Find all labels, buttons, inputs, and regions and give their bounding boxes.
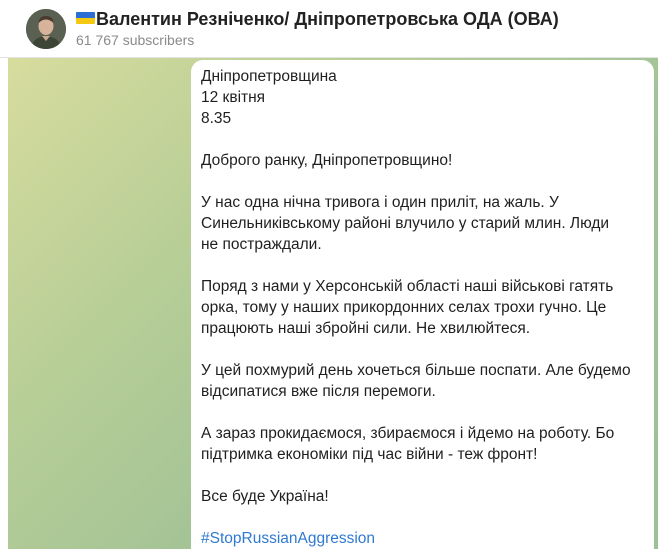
message-line: А зараз прокидаємося, збираємося і йдемо… [201, 425, 615, 442]
message-line: не постраждали. [201, 236, 322, 253]
ukraine-flag-icon [76, 12, 95, 24]
hashtag-link[interactable]: #StopRussianAggression [201, 528, 644, 549]
chat-background: Дніпропетровщина 12 квітня 8.35 Доброго ран… [0, 58, 658, 549]
message-line: У нас одна нічна тривога і один приліт, … [201, 194, 559, 211]
message-line: орка, тому у наших прикордонних селах тр… [201, 299, 607, 316]
channel-title-row: Валентин Резніченко/ Дніпропетровська ОД… [76, 8, 559, 30]
message-line: Поряд з нами у Херсонській області наші … [201, 278, 614, 295]
channel-avatar[interactable] [26, 9, 66, 49]
message-line: працюють наші збройні сили. Не хвилюйтес… [201, 320, 531, 337]
message-line: Дніпропетровщина [201, 68, 337, 85]
avatar-image [26, 9, 66, 49]
message-line: Все буде Україна! [201, 488, 329, 505]
message-line: відсипатися вже після перемоги. [201, 383, 436, 400]
message-line: підтримка економіки під час війни - теж … [201, 446, 538, 463]
subscriber-count: 61 767 subscribers [76, 32, 195, 48]
window-edge [0, 58, 8, 549]
channel-header[interactable]: Валентин Резніченко/ Дніпропетровська ОД… [0, 0, 658, 58]
message-line: 8.35 [201, 110, 232, 127]
message-line: Доброго ранку, Дніпропетровщино! [201, 152, 453, 169]
message-line: У цей похмурий день хочеться більше посп… [201, 362, 631, 379]
message-text: Дніпропетровщина 12 квітня 8.35 Доброго ран… [201, 66, 644, 528]
message-bubble[interactable]: Дніпропетровщина 12 квітня 8.35 Доброго ран… [191, 60, 654, 549]
message-line: Синельниківському районі влучило у стари… [201, 215, 610, 232]
channel-title: Валентин Резніченко/ Дніпропетровська ОД… [96, 9, 559, 29]
message-line: 12 квітня [201, 89, 266, 106]
